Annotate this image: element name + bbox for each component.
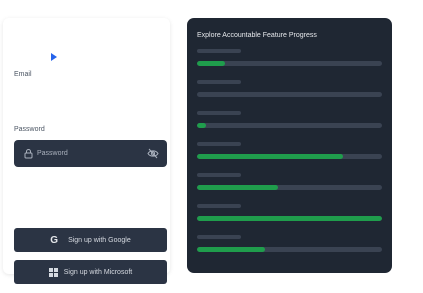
google-signup-button[interactable]: G Sign up with Google (14, 228, 167, 252)
feature-label-placeholder (197, 235, 241, 239)
progress-fill (197, 61, 225, 66)
password-placeholder: Password (37, 150, 68, 157)
feature-label-placeholder (197, 173, 241, 177)
signup-card: Email Password Password G Sign up with G… (3, 18, 170, 284)
microsoft-signup-button[interactable]: Sign up with Microsoft (14, 260, 167, 284)
feature-label-placeholder (197, 142, 241, 146)
feature-label-placeholder (197, 49, 241, 53)
feature-progress-row (197, 142, 382, 166)
progress-track (197, 247, 382, 252)
microsoft-button-label: Sign up with Microsoft (63, 268, 133, 276)
feature-progress-row (197, 49, 382, 73)
password-label: Password (14, 126, 45, 133)
feature-label-placeholder (197, 111, 241, 115)
panel-title: Explore Accountable Feature Progress (197, 32, 317, 39)
feature-progress-row (197, 204, 382, 228)
feature-progress-row (197, 111, 382, 135)
progress-fill (197, 154, 344, 159)
google-button-label: Sign up with Google (68, 236, 131, 244)
email-label: Email (14, 71, 32, 78)
eye-off-icon[interactable] (147, 148, 159, 159)
feature-label-placeholder (197, 80, 241, 84)
play-icon[interactable] (51, 53, 57, 61)
progress-fill (197, 216, 382, 221)
progress-track (197, 61, 382, 66)
feature-progress-row (197, 235, 382, 259)
progress-track (197, 185, 382, 190)
progress-track (197, 92, 382, 97)
progress-fill (197, 247, 266, 252)
feature-progress-row (197, 80, 382, 104)
google-icon: G (50, 234, 59, 246)
progress-fill (197, 123, 207, 128)
password-field[interactable]: Password (14, 140, 167, 167)
progress-track (197, 123, 382, 128)
microsoft-icon (48, 267, 58, 277)
feature-label-placeholder (197, 204, 241, 208)
lock-icon (23, 148, 34, 159)
feature-progress-row (197, 173, 382, 197)
progress-track (197, 154, 382, 159)
feature-progress-panel: Explore Accountable Feature Progress (187, 18, 392, 273)
progress-fill (197, 185, 279, 190)
progress-track (197, 216, 382, 221)
